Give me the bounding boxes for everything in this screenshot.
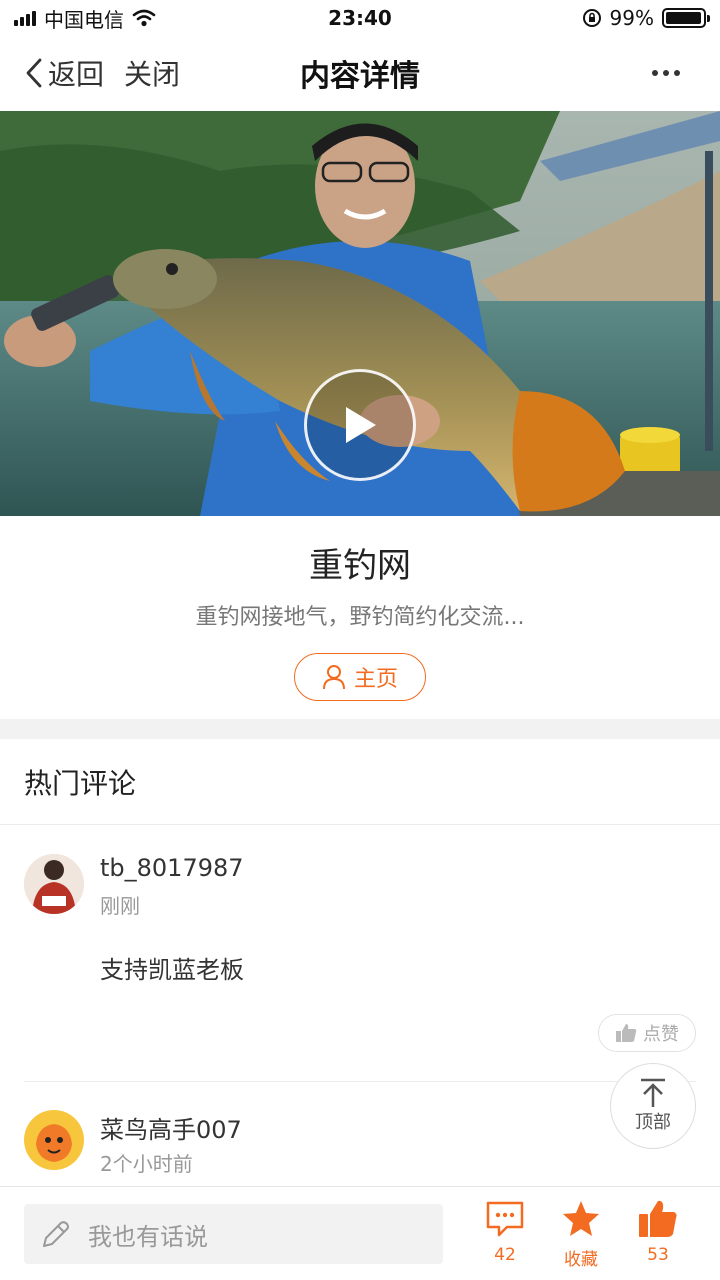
favorite-label: 收藏 [564,1250,598,1270]
like-comment-label: 点赞 [643,1024,679,1045]
carrier-label: 中国电信 [44,7,124,32]
chevron-left-icon [26,58,42,88]
battery-icon [662,8,710,28]
signal-icon [14,10,36,26]
hot-comments-title: 热门评论 [0,739,720,825]
favorite-button[interactable]: 收藏 [546,1199,616,1270]
like-button[interactable]: 53 [623,1199,693,1265]
like-count: 53 [647,1245,669,1265]
thumbs-up-icon [639,1200,677,1237]
page-title: 内容详情 [300,59,420,94]
section-divider [0,719,720,739]
star-icon [563,1201,599,1236]
bottom-action-bar: 我也有话说 42 收藏 53 [0,1186,720,1280]
comment-time: 刚刚 [100,894,140,918]
play-icon [346,407,376,443]
status-bar: 中国电信 23:40 99% [0,0,720,36]
author-name: 重钓网 [309,546,411,586]
video-thumbnail[interactable] [0,111,720,516]
comment-count: 42 [494,1245,516,1265]
rotation-lock-icon [582,9,601,27]
close-button[interactable]: 关闭 [124,53,180,93]
like-comment-button[interactable]: 点赞 [598,1014,696,1052]
author-description: 重钓网接地气，野钓简约化交流... [195,605,525,630]
comments-button[interactable]: 42 [470,1199,540,1265]
back-button[interactable]: 返回 [24,53,104,93]
comment-input[interactable]: 我也有话说 [24,1204,443,1264]
avatar[interactable] [24,1110,84,1170]
comment-bubble-icon [486,1201,524,1237]
more-dots-icon[interactable] [652,70,680,76]
user-icon [322,665,345,690]
comment-username[interactable]: tb_8017987 [100,854,244,882]
comment-username[interactable]: 菜鸟高手007 [100,1110,242,1145]
pencil-icon [43,1221,69,1247]
thumbs-up-icon [616,1024,637,1042]
back-to-top-label: 顶部 [635,1112,671,1133]
back-to-top-button[interactable]: 顶部 [610,1063,696,1149]
comment-text: 支持凯蓝老板 [100,956,244,984]
wifi-icon [132,9,156,27]
arrow-up-icon [641,1078,665,1107]
back-label: 返回 [48,58,105,91]
play-button[interactable] [304,369,416,481]
author-card: 重钓网 重钓网接地气，野钓简约化交流... 主页 [0,516,720,720]
battery-percent: 99% [609,6,654,30]
comment-item: tb_8017987 刚刚 支持凯蓝老板 点赞 [0,826,720,1082]
comment-input-placeholder: 我也有话说 [88,1222,208,1251]
avatar[interactable] [24,854,84,914]
home-button[interactable]: 主页 [294,653,426,701]
nav-bar: 返回 关闭 内容详情 [0,36,720,110]
home-button-label: 主页 [353,667,398,692]
comment-time: 2个小时前 [100,1152,193,1176]
